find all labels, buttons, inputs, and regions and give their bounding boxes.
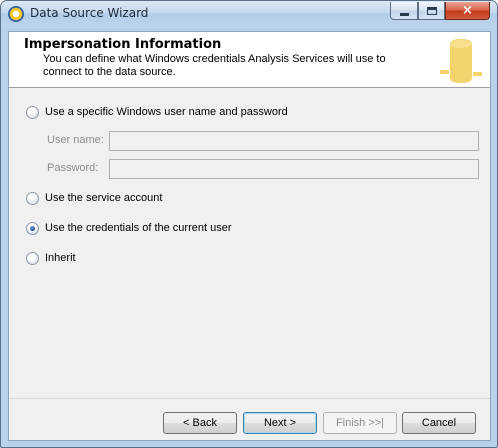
page-description-line-2: connect to the data source.	[43, 66, 176, 78]
wizard-app-icon	[8, 6, 24, 22]
page-description-line-1: You can define what Windows credentials …	[43, 53, 386, 65]
minimize-button[interactable]	[390, 2, 418, 20]
radio-service-account[interactable]	[26, 191, 39, 205]
user-name-field[interactable]	[109, 131, 479, 151]
option-specific-user[interactable]: Use a specific Windows user name and pas…	[26, 104, 288, 120]
option-inherit[interactable]: Inherit	[26, 250, 76, 266]
finish-button[interactable]: Finish >>|	[323, 412, 397, 434]
wizard-client-area: Impersonation Information You can define…	[8, 31, 491, 441]
maximize-button[interactable]	[418, 2, 445, 20]
option-service-account-label: Use the service account	[45, 192, 163, 204]
user-name-label: User name:	[47, 134, 104, 146]
radio-inherit[interactable]	[26, 251, 39, 265]
password-field[interactable]	[109, 159, 479, 179]
page-description: You can define what Windows credentials …	[43, 53, 423, 79]
wizard-window: Data Source Wizard × Impersonation Infor…	[0, 0, 498, 448]
option-current-user-label: Use the credentials of the current user	[45, 222, 232, 234]
window-title: Data Source Wizard	[30, 6, 149, 20]
database-cylinder-icon	[440, 39, 482, 83]
wizard-header: Impersonation Information You can define…	[9, 32, 490, 88]
radio-specific-user[interactable]	[26, 105, 39, 119]
next-button[interactable]: Next >	[243, 412, 317, 434]
close-icon: ×	[462, 3, 473, 18]
option-service-account[interactable]: Use the service account	[26, 190, 162, 206]
minimize-icon	[399, 12, 409, 16]
password-label: Password:	[47, 162, 99, 174]
footer-divider	[9, 398, 490, 399]
radio-current-user[interactable]	[26, 221, 39, 235]
option-specific-user-label: Use a specific Windows user name and pas…	[45, 106, 288, 118]
maximize-icon	[426, 6, 437, 15]
back-button[interactable]: < Back	[163, 412, 237, 434]
close-button[interactable]: ×	[445, 2, 490, 20]
page-title: Impersonation Information	[24, 37, 222, 52]
option-inherit-label: Inherit	[45, 252, 76, 264]
title-bar[interactable]: Data Source Wizard ×	[1, 1, 497, 27]
option-current-user[interactable]: Use the credentials of the current user	[26, 220, 231, 236]
cancel-button[interactable]: Cancel	[402, 412, 476, 434]
